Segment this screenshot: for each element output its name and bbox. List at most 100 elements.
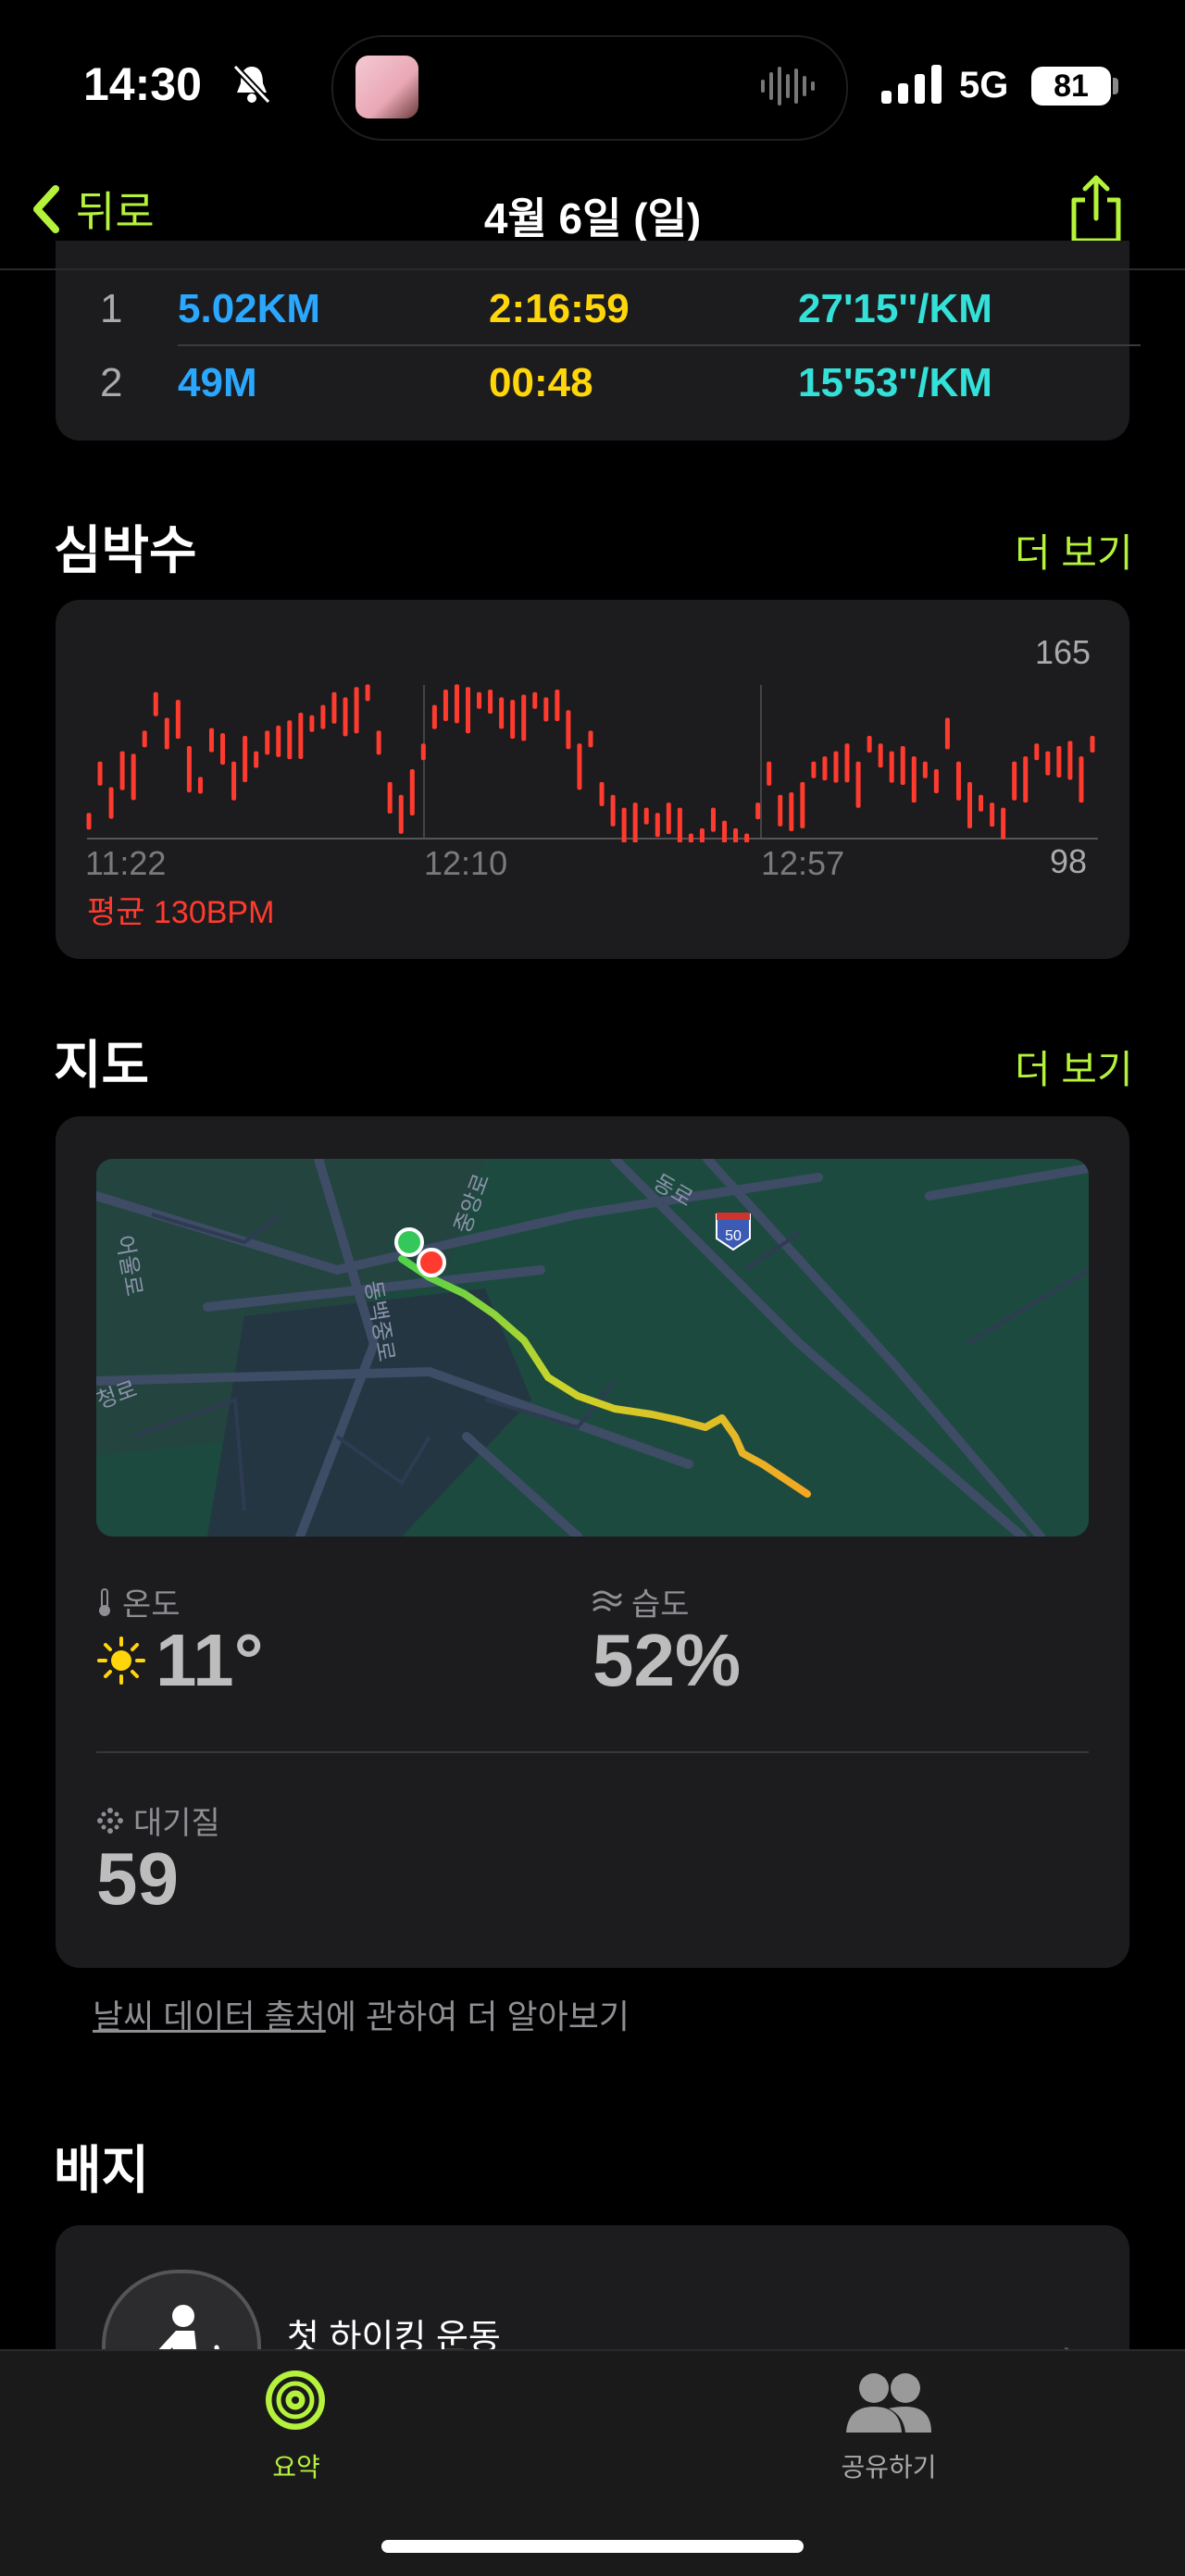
heart-rate-bar — [967, 781, 973, 828]
heart-rate-bar — [443, 689, 448, 721]
home-indicator[interactable] — [381, 2540, 804, 2553]
heart-rate-bar — [710, 807, 716, 832]
heart-rate-bar — [1012, 761, 1017, 801]
heart-rate-bar — [1001, 807, 1006, 840]
heart-rate-bar — [744, 833, 750, 842]
heart-rate-bar — [220, 733, 226, 765]
network-type: 5G — [959, 65, 1009, 106]
heart-rate-bar — [243, 735, 248, 782]
page-title: 4월 6일 (일) — [483, 194, 702, 243]
silent-bell-icon — [232, 64, 271, 105]
heart-rate-bar — [666, 803, 671, 835]
heart-rate-bar — [900, 746, 905, 786]
weather-source-link[interactable]: 날씨 데이터 출처 — [93, 1997, 326, 2035]
sharing-people-icon[interactable] — [844, 2370, 933, 2434]
route-end-marker — [417, 1248, 446, 1277]
split-row: 1 5.02KM 2:16:59 27'15''/KM — [56, 272, 1129, 346]
heart-rate-bar — [911, 756, 917, 803]
heart-rate-more-link[interactable]: 더 보기 — [1015, 522, 1133, 579]
share-icon[interactable] — [1066, 174, 1126, 244]
heart-rate-bar — [409, 769, 415, 816]
heart-rate-bar — [577, 743, 582, 790]
heart-rate-bar — [621, 807, 627, 842]
heart-rate-min-label: 98 — [1050, 842, 1088, 880]
heart-rate-bar — [97, 761, 103, 786]
heart-rate-bar — [1067, 740, 1073, 780]
heart-rate-bar — [197, 777, 203, 794]
heart-rate-bar — [555, 689, 560, 721]
heart-rate-bar — [643, 807, 649, 825]
split-time: 00:48 — [489, 360, 593, 405]
battery-tip — [1113, 78, 1118, 94]
heart-rate-bar — [142, 730, 147, 748]
heart-rate-bar — [265, 730, 270, 755]
heart-rate-bar — [800, 781, 805, 828]
audio-waveform-icon — [761, 67, 815, 106]
heart-rate-chart — [86, 684, 1098, 842]
heart-rate-bar — [175, 700, 181, 740]
heart-rate-bar — [722, 820, 728, 842]
heart-rate-title: 심박수 — [54, 521, 197, 579]
heart-rate-bar — [1090, 735, 1095, 753]
split-distance: 5.02KM — [178, 286, 321, 331]
split-distance: 49M — [178, 360, 257, 405]
heart-rate-bar — [767, 761, 772, 786]
heart-rate-bar — [699, 828, 705, 842]
heart-rate-bar — [1045, 751, 1051, 776]
heart-rate-bar — [610, 794, 616, 827]
heart-rate-bar — [398, 794, 404, 834]
heart-rate-bar — [979, 794, 984, 812]
heart-rate-bar — [922, 761, 928, 778]
heart-rate-bar — [789, 792, 794, 832]
heart-rate-bar — [499, 697, 505, 729]
map-more-link[interactable]: 더 보기 — [1015, 1039, 1133, 1095]
humidity-icon — [592, 1590, 622, 1611]
heart-rate-bar — [521, 694, 527, 741]
heart-rate-bar — [1056, 746, 1062, 778]
tab-share[interactable]: 공유하기 — [815, 2447, 963, 2484]
heart-rate-bar — [1023, 756, 1029, 803]
splits-card: 1 5.02KM 2:16:59 27'15''/KM 2 49M 00:48 … — [56, 241, 1141, 441]
heart-rate-bar — [990, 803, 995, 828]
heart-rate-bar — [588, 730, 593, 748]
heart-rate-bar — [532, 691, 538, 709]
split-pace: 15'53''/KM — [798, 360, 992, 405]
heart-rate-bar — [688, 833, 693, 842]
split-time: 2:16:59 — [489, 286, 630, 331]
badges-title: 배지 — [54, 2141, 150, 2199]
heart-rate-bar — [320, 704, 326, 729]
battery-level: 81 — [1031, 67, 1111, 106]
heart-rate-bar — [833, 751, 839, 783]
heart-rate-bar — [878, 743, 883, 768]
heart-rate-bar — [755, 803, 761, 820]
thermometer-icon — [99, 1587, 110, 1616]
heart-rate-bar — [778, 794, 783, 827]
heart-rate-bar — [488, 689, 493, 714]
heart-rate-bar — [354, 687, 359, 734]
temperature-value: 11° — [96, 1618, 264, 1703]
time-tick-label: 12:10 — [424, 844, 508, 882]
heart-rate-bar — [477, 691, 482, 709]
cellular-signal-icon — [881, 65, 942, 104]
air-quality-icon — [97, 1807, 123, 1834]
heart-rate-bar — [889, 751, 894, 783]
heart-rate-bar — [566, 710, 571, 750]
now-playing-artwork[interactable] — [356, 56, 418, 118]
split-pace: 27'15''/KM — [798, 286, 992, 331]
heart-rate-bar — [108, 787, 114, 819]
time-tick-label: 12:57 — [761, 844, 845, 882]
heart-rate-bar — [131, 753, 136, 801]
heart-rate-bar — [733, 828, 739, 842]
heart-rate-bar — [510, 700, 516, 740]
heart-rate-bar — [420, 743, 426, 761]
heart-rate-bar — [1034, 743, 1040, 761]
route-map[interactable]: 50 동백중로 중앙로 어울로 청로 동로 — [96, 1159, 1089, 1537]
heart-rate-bar — [811, 761, 817, 778]
heart-rate-bar — [844, 743, 850, 783]
heart-rate-bar — [287, 720, 293, 760]
activity-rings-icon[interactable] — [263, 2368, 328, 2433]
split-index: 2 — [100, 360, 123, 405]
heart-rate-bar — [855, 761, 861, 808]
tab-summary[interactable]: 요약 — [241, 2447, 352, 2484]
map-canvas: 50 동백중로 중앙로 어울로 청로 동로 — [96, 1159, 1089, 1537]
